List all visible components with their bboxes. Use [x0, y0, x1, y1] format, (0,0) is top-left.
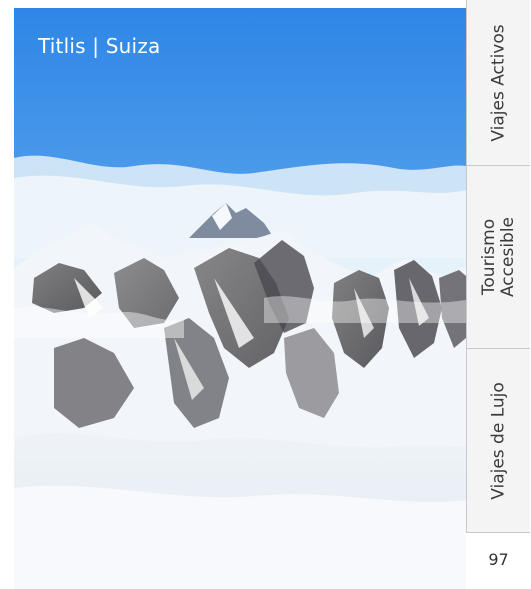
- tab-viajes-activos[interactable]: Viajes Activos: [466, 0, 530, 166]
- mountain-landscape-icon: [14, 8, 466, 589]
- brochure-page: Titlis | Suiza Viajes Activos Tourismo A…: [0, 0, 531, 589]
- section-tabs: Viajes Activos Tourismo Accesible Viajes…: [466, 0, 531, 533]
- tab-label: Viajes de Lujo: [488, 381, 508, 500]
- tab-tourismo-accesible[interactable]: Tourismo Accesible: [466, 166, 530, 349]
- page-number: 97: [488, 550, 509, 569]
- tab-viajes-de-lujo[interactable]: Viajes de Lujo: [466, 349, 530, 533]
- tab-label: Tourismo Accesible: [478, 216, 518, 298]
- photo-caption: Titlis | Suiza: [38, 34, 161, 58]
- tab-label: Viajes Activos: [488, 23, 508, 142]
- titlis-mountain-photo: Titlis | Suiza: [14, 8, 466, 589]
